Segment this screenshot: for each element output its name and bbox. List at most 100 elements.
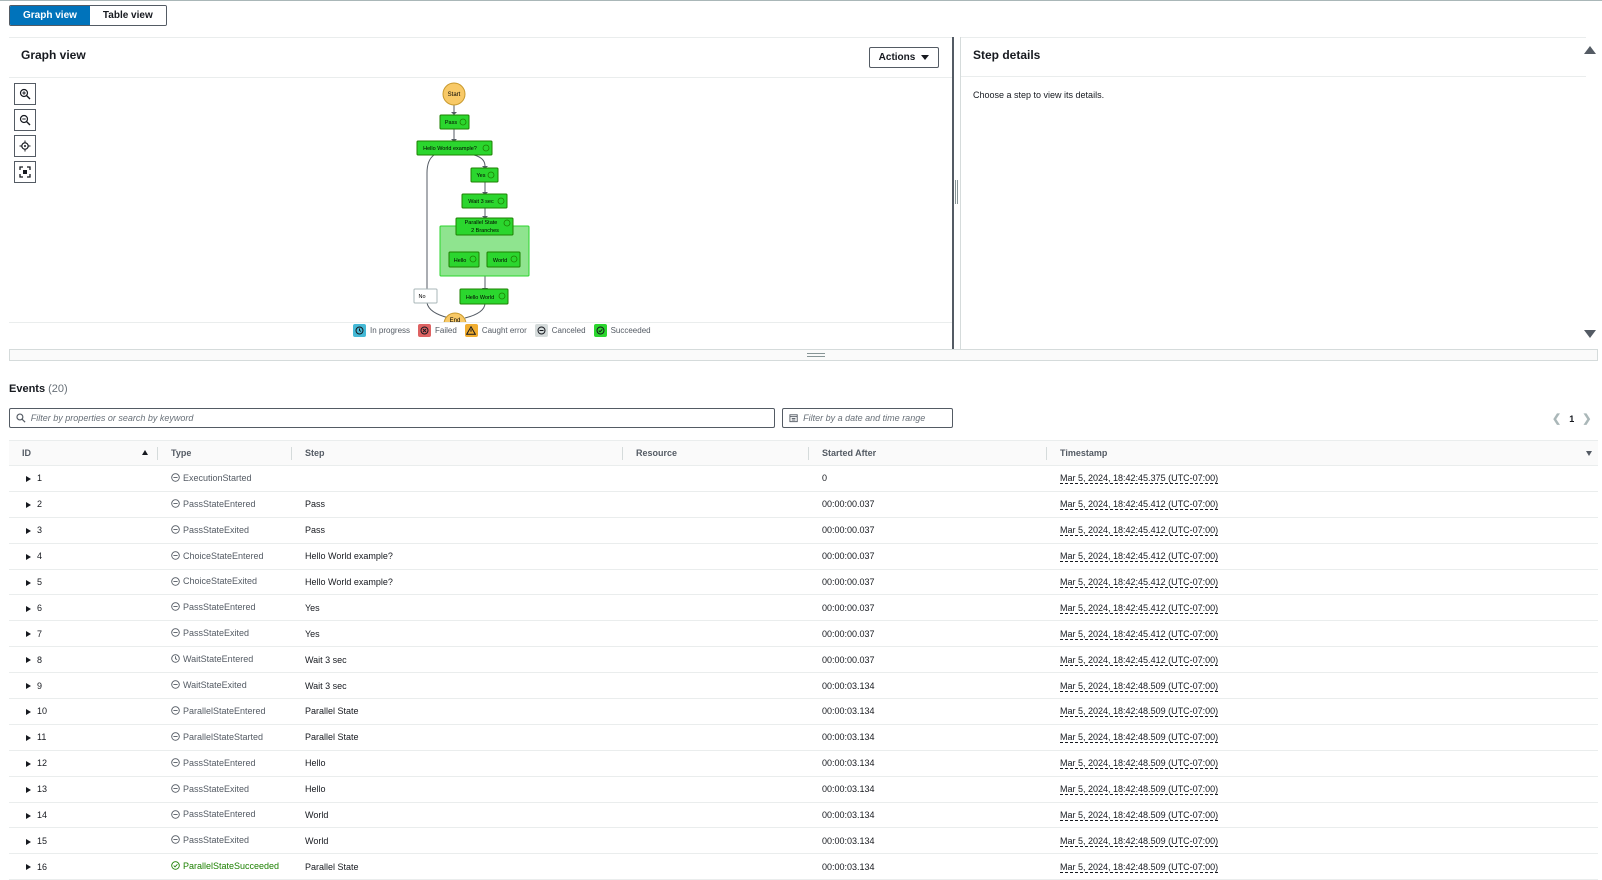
status-neutral-icon [171, 525, 180, 536]
event-timestamp[interactable]: Mar 5, 2024, 18:42:48.509 (UTC-07:00) [1060, 681, 1218, 691]
expand-row-icon[interactable] [26, 527, 31, 534]
event-timestamp[interactable]: Mar 5, 2024, 18:42:48.509 (UTC-07:00) [1060, 732, 1218, 742]
table-row[interactable]: 15 PassStateExited World 00:00:03.134 Mar 5,… [9, 827, 1598, 855]
event-timestamp[interactable]: Mar 5, 2024, 18:42:45.412 (UTC-07:00) [1060, 525, 1218, 535]
column-header-id[interactable]: ID [9, 440, 158, 466]
event-id: 13 [37, 784, 48, 795]
table-row[interactable]: 5 ChoiceStateExited Hello World example? 00… [9, 569, 1598, 596]
tab-table-view[interactable]: Table view [89, 6, 166, 25]
event-id: 16 [37, 861, 48, 872]
expand-row-icon[interactable] [26, 683, 31, 690]
node-start[interactable]: Start [442, 82, 466, 106]
status-neutral-icon [171, 783, 180, 795]
table-row[interactable]: 2 PassStateEntered Pass 00:00:00.037 Mar 5, … [9, 491, 1598, 518]
expand-row-icon[interactable] [26, 605, 31, 612]
cell-started-after: 00:00:00.037 [809, 491, 1047, 518]
event-timestamp[interactable]: Mar 5, 2024, 18:42:45.412 (UTC-07:00) [1060, 577, 1218, 587]
date-range-filter[interactable] [782, 408, 953, 428]
node-yes[interactable]: Yes [470, 167, 499, 183]
column-header-started-after[interactable]: Started After [809, 440, 1047, 466]
node-wait[interactable]: Wait 3 sec [461, 193, 508, 209]
node-hello[interactable]: Hello [448, 251, 480, 268]
events-table: ID Type Step Resource Started After Time… [9, 440, 1598, 880]
expand-row-icon[interactable] [26, 812, 31, 819]
legend-label: Canceled [551, 326, 586, 335]
expand-row-icon[interactable] [26, 631, 31, 638]
tab-graph-view[interactable]: Graph view [10, 6, 90, 25]
column-header-resource[interactable]: Resource [623, 440, 809, 466]
event-timestamp[interactable]: Mar 5, 2024, 18:42:48.509 (UTC-07:00) [1060, 784, 1218, 794]
table-row[interactable]: 1 ExecutionStarted 0 Mar 5, 2024, 18:42:45.… [9, 465, 1598, 492]
expand-row-icon[interactable] [26, 553, 31, 560]
expand-row-icon[interactable] [26, 786, 31, 793]
node-hello-world[interactable]: Hello World [459, 288, 509, 305]
table-row[interactable]: 6 PassStateEntered Yes 00:00:00.037 Mar 5, 2… [9, 594, 1598, 622]
node-no[interactable]: No [413, 288, 438, 304]
events-search[interactable] [9, 408, 775, 428]
event-timestamp[interactable]: Mar 5, 2024, 18:42:45.412 (UTC-07:00) [1060, 629, 1218, 639]
cell-timestamp: Mar 5, 2024, 18:42:48.509 (UTC-07:00) [1047, 698, 1598, 725]
expand-row-icon[interactable] [26, 734, 31, 741]
event-id: 5 [37, 577, 43, 587]
cell-step [292, 465, 623, 492]
event-timestamp[interactable]: Mar 5, 2024, 18:42:45.412 (UTC-07:00) [1060, 551, 1218, 561]
vertical-resize-handle[interactable] [9, 349, 1598, 361]
cell-id: 14 [9, 802, 158, 829]
expand-row-icon[interactable] [26, 501, 31, 508]
event-timestamp[interactable]: Mar 5, 2024, 18:42:48.509 (UTC-07:00) [1060, 836, 1218, 846]
event-timestamp[interactable]: Mar 5, 2024, 18:42:48.509 (UTC-07:00) [1060, 758, 1218, 768]
expand-row-icon[interactable] [26, 476, 31, 483]
sort-dropdown-icon[interactable] [1586, 451, 1592, 456]
node-world[interactable]: World [486, 251, 521, 268]
panel-resize-handle[interactable] [955, 180, 958, 204]
search-input[interactable] [30, 413, 774, 423]
cell-started-after: 00:00:00.037 [809, 543, 1047, 570]
previous-page-icon[interactable]: ❮ [1552, 412, 1561, 425]
event-timestamp[interactable]: Mar 5, 2024, 18:42:48.509 (UTC-07:00) [1060, 810, 1218, 820]
column-header-step[interactable]: Step [292, 440, 623, 466]
event-timestamp[interactable]: Mar 5, 2024, 18:42:48.509 (UTC-07:00) [1060, 862, 1218, 872]
column-header-label: Type [171, 448, 192, 458]
table-row[interactable]: 16 ParallelStateSucceeded Parallel State 00… [9, 853, 1598, 880]
table-row[interactable]: 7 PassStateExited Yes 00:00:00.037 Mar 5, 20… [9, 620, 1598, 648]
node-world-label: World [493, 258, 507, 264]
actions-button[interactable]: Actions [869, 47, 939, 68]
table-row[interactable]: 8 WaitStateEntered Wait 3 sec 00:00:00.037 M… [9, 646, 1598, 674]
expand-row-icon[interactable] [26, 838, 31, 845]
scroll-up-arrow-icon[interactable] [1584, 46, 1596, 54]
cell-id: 8 [9, 646, 158, 674]
graph-panel-title: Graph view [21, 48, 86, 62]
table-row[interactable]: 14 PassStateEntered World 00:00:03.134 Mar 5… [9, 802, 1598, 829]
expand-row-icon[interactable] [26, 760, 31, 767]
node-choice[interactable]: Hello World example? [416, 140, 493, 156]
expand-row-icon[interactable] [26, 579, 31, 586]
table-row[interactable]: 13 PassStateExited Hello 00:00:03.134 Mar 5,… [9, 776, 1598, 803]
table-row[interactable]: 3 PassStateExited Pass 00:00:00.037 Mar 5, 2… [9, 517, 1598, 544]
event-timestamp[interactable]: Mar 5, 2024, 18:42:45.412 (UTC-07:00) [1060, 603, 1218, 613]
expand-row-icon[interactable] [26, 709, 31, 716]
event-timestamp[interactable]: Mar 5, 2024, 18:42:45.412 (UTC-07:00) [1060, 499, 1218, 509]
table-row[interactable]: 11 ParallelStateStarted Parallel State 00:0… [9, 724, 1598, 751]
table-row[interactable]: 4 ChoiceStateEntered Hello World example? 0… [9, 543, 1598, 570]
scroll-down-arrow-icon[interactable] [1584, 330, 1596, 338]
table-row[interactable]: 9 WaitStateExited Wait 3 sec 00:00:03.134 Ma… [9, 672, 1598, 700]
expand-row-icon[interactable] [26, 657, 31, 664]
caret-down-icon [921, 55, 930, 60]
column-header-type[interactable]: Type [158, 440, 292, 466]
node-pass[interactable]: Pass [439, 114, 470, 130]
current-page[interactable]: 1 [1569, 414, 1574, 424]
cell-resource [623, 750, 809, 777]
event-id: 2 [37, 499, 43, 510]
column-header-timestamp[interactable]: Timestamp [1047, 440, 1598, 466]
event-timestamp[interactable]: Mar 5, 2024, 18:42:45.412 (UTC-07:00) [1060, 655, 1218, 665]
event-timestamp[interactable]: Mar 5, 2024, 18:42:48.509 (UTC-07:00) [1060, 706, 1218, 716]
event-timestamp[interactable]: Mar 5, 2024, 18:42:45.375 (UTC-07:00) [1060, 473, 1218, 483]
cell-id: 9 [9, 672, 158, 700]
table-row[interactable]: 10 ParallelStateEntered Parallel State 00:0… [9, 698, 1598, 725]
next-page-icon[interactable]: ❯ [1582, 412, 1591, 425]
date-range-input[interactable] [803, 413, 952, 423]
table-row[interactable]: 12 PassStateEntered Hello 00:00:03.134 Mar 5… [9, 750, 1598, 777]
column-header-label: Step [305, 448, 325, 458]
status-neutral-icon [171, 499, 180, 510]
expand-row-icon[interactable] [26, 864, 31, 871]
